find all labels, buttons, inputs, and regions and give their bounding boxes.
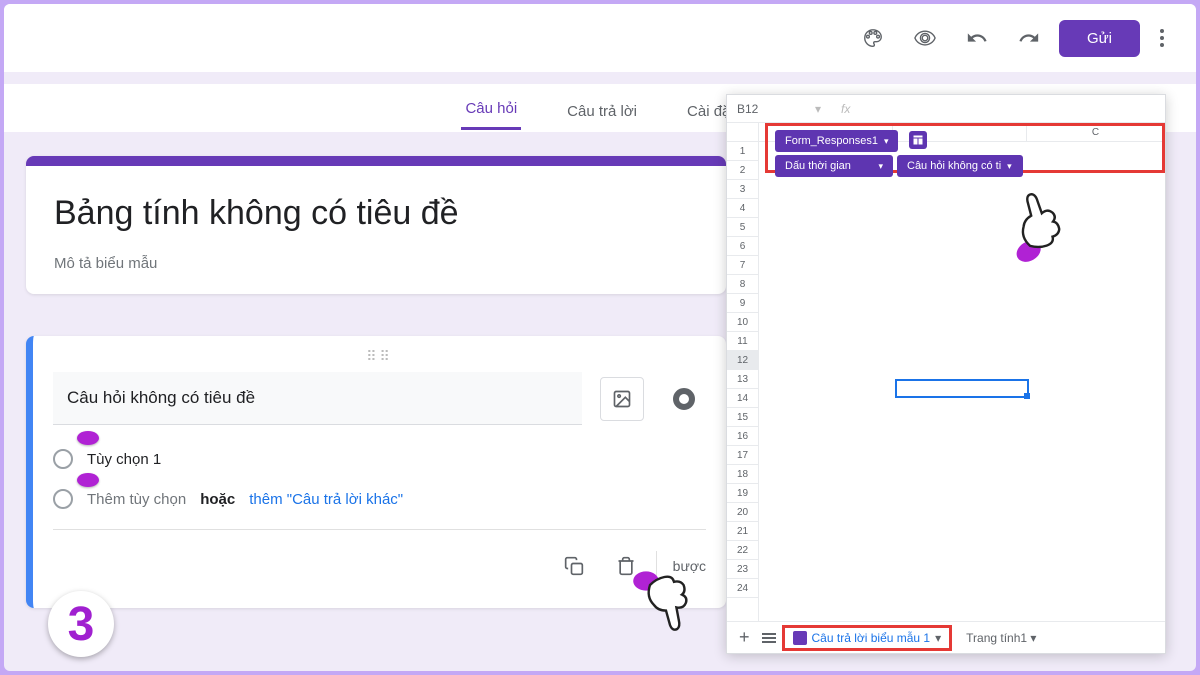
add-other-link[interactable]: thêm "Câu trả lời khác" <box>249 491 403 508</box>
send-button[interactable]: Gửi <box>1059 20 1140 57</box>
drag-handle-icon[interactable]: ⠿⠿ <box>53 348 706 364</box>
option-text[interactable]: Tùy chọn 1 <box>87 451 161 468</box>
question-card: ⠿⠿ Tùy chọn 1 Thêm tùy chọn hoặc thêm "C… <box>26 336 726 608</box>
palette-icon[interactable] <box>851 16 895 60</box>
column-header-1[interactable]: Dấu thời gian▾ <box>775 155 893 177</box>
preview-icon[interactable] <box>903 16 947 60</box>
row-headers: 123456789101112131415161718192021222324 <box>727 123 759 621</box>
cell-name-box[interactable]: B12 <box>737 102 795 116</box>
form-icon <box>793 631 807 645</box>
pointer-blob-icon <box>77 431 99 445</box>
copy-icon[interactable] <box>552 544 596 588</box>
delete-icon[interactable] <box>604 544 648 588</box>
form-title[interactable]: Bảng tính không có tiêu đề <box>54 194 698 233</box>
undo-icon[interactable] <box>955 16 999 60</box>
redo-icon[interactable] <box>1007 16 1051 60</box>
tab-responses[interactable]: Câu trả lời <box>563 93 641 130</box>
sheet-footer: + Câu trả lời biểu mẫu 1▾ Trang tính1 ▾ <box>727 621 1165 653</box>
add-sheet-icon[interactable]: + <box>733 627 756 648</box>
add-option-text[interactable]: Thêm tùy chọn <box>87 491 186 508</box>
question-title-input[interactable] <box>53 372 582 425</box>
image-icon[interactable] <box>600 377 644 421</box>
fx-icon: fx <box>841 102 850 116</box>
tab-questions[interactable]: Câu hỏi <box>461 90 521 130</box>
title-card: Bảng tính không có tiêu đề Mô tả biểu mẫ… <box>26 156 726 294</box>
tab-form-responses[interactable]: Câu trả lời biểu mẫu 1▾ <box>782 625 953 651</box>
add-option-row: Thêm tùy chọn hoặc thêm "Câu trả lời khá… <box>53 489 706 509</box>
table-icon[interactable] <box>909 131 927 149</box>
spreadsheet-panel: B12 ▾ fx 1234567891011121314151617181920… <box>726 94 1166 654</box>
table-header-pill[interactable]: Form_Responses1▾ <box>775 130 898 152</box>
selected-cell[interactable] <box>895 379 1029 398</box>
more-icon[interactable] <box>1148 17 1176 59</box>
footer-text: bược <box>673 558 706 574</box>
form-description[interactable]: Mô tả biểu mẫu <box>54 255 698 272</box>
or-text: hoặc <box>200 491 235 508</box>
question-type-radio-icon[interactable] <box>662 377 706 421</box>
column-header-2[interactable]: Câu hỏi không có ti▾ <box>897 155 1023 177</box>
radio-icon <box>53 449 73 469</box>
step-badge: 3 <box>48 591 114 657</box>
radio-icon <box>53 489 73 509</box>
pointer-blob-icon <box>77 473 99 487</box>
divider <box>656 551 657 581</box>
option-1[interactable]: Tùy chọn 1 <box>53 449 706 469</box>
all-sheets-icon[interactable] <box>762 633 776 643</box>
toolbar: Gửi <box>4 4 1196 72</box>
formula-bar: B12 ▾ fx <box>727 95 1165 123</box>
tab-sheet1[interactable]: Trang tính1 ▾ <box>958 628 1044 648</box>
